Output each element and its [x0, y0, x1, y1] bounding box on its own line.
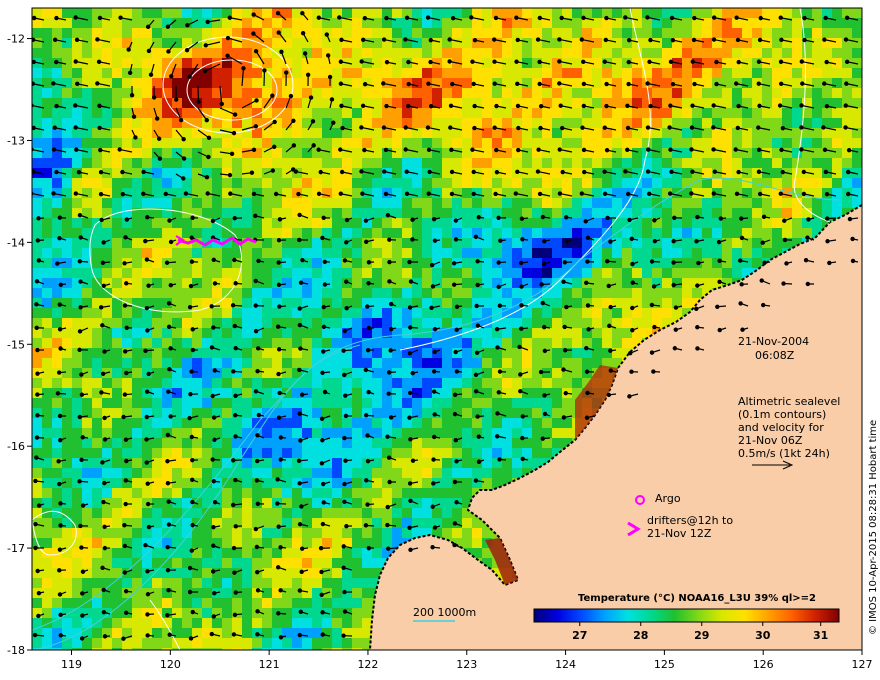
drifters-line-2: 21-Nov 12Z	[647, 527, 712, 540]
y-tick-label: -13	[7, 134, 25, 147]
y-axis: -12 -13 -14 -15 -16 -17 -18	[7, 33, 32, 657]
x-tick-label: 121	[259, 658, 280, 671]
y-tick-label: -12	[7, 33, 25, 46]
x-tick-label: 127	[852, 658, 873, 671]
date-label: 21-Nov-2004	[738, 335, 809, 348]
altimetry-line-5: 0.5m/s (1kt 24h)	[738, 447, 830, 460]
x-tick-label: 122	[357, 658, 378, 671]
altimetry-line-2: (0.1m contours)	[738, 408, 826, 421]
credit-text: © IMOS 10-Apr-2015 08:28:31 Hobart time	[868, 420, 879, 635]
colorbar-tick-label: 30	[755, 629, 771, 642]
x-tick-label: 119	[61, 658, 82, 671]
colorbar-title: Temperature (°C) NOAA16_L3U 39% ql>=2	[578, 593, 816, 604]
bathymetry-label: 200 1000m	[413, 606, 476, 619]
x-tick-label: 120	[160, 658, 181, 671]
colorbar-tick-label: 28	[633, 629, 648, 642]
colorbar-tick-label: 31	[813, 629, 828, 642]
y-tick-label: -15	[7, 338, 25, 351]
altimetry-line-3: and velocity for	[738, 421, 824, 434]
x-tick-label: 125	[654, 658, 675, 671]
drifters-line-1: drifters@12h to	[647, 514, 733, 527]
y-tick-label: -16	[7, 440, 25, 453]
argo-label: Argo	[655, 492, 681, 505]
x-axis: 119 120 121 122 123 124 125 126 127	[61, 650, 873, 671]
sst-map: 119 120 121 122 123 124 125 126 127 -12 -13 -14 -15…	[7, 7, 879, 671]
time-label: 06:08Z	[755, 349, 795, 362]
colorbar-tick-label: 27	[572, 629, 587, 642]
altimetry-line-1: Altimetric sealevel	[738, 395, 840, 408]
x-tick-label: 124	[555, 658, 576, 671]
x-tick-label: 126	[753, 658, 774, 671]
altimetry-line-4: 21-Nov 06Z	[738, 434, 803, 447]
colorbar-tick-label: 29	[694, 629, 709, 642]
colorbar-gradient	[533, 608, 840, 623]
y-tick-label: -14	[7, 236, 25, 249]
y-tick-label: -18	[7, 644, 25, 657]
y-tick-label: -17	[7, 542, 25, 555]
x-tick-label: 123	[456, 658, 477, 671]
